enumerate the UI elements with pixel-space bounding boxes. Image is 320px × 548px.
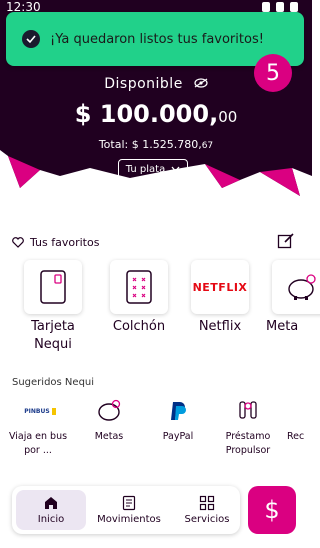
total-balance: Total: $ 1.525.780,67 <box>0 138 312 151</box>
favorite-label: Tarjeta Nequi <box>31 319 75 352</box>
check-circle-icon <box>22 30 40 48</box>
bus-logo: PINBUS <box>24 407 56 415</box>
suggested-metas[interactable] <box>89 398 129 424</box>
nav-label: Inicio <box>37 514 65 525</box>
favorite-label: Meta <box>266 319 299 334</box>
suggested-label: PayPal <box>162 431 194 442</box>
pocket-selector-label: Tu plata <box>125 163 166 175</box>
heart-icon <box>12 237 24 248</box>
home-icon <box>45 497 57 509</box>
suggested-paypal[interactable] <box>158 398 198 424</box>
nav-label: Movimientos <box>97 514 161 525</box>
mattress-icon <box>126 270 152 304</box>
available-text: Disponible <box>104 76 183 92</box>
hide-balance-eye-icon[interactable] <box>194 76 208 92</box>
paypal-logo <box>171 402 186 420</box>
document-icon <box>122 495 136 511</box>
piggy-bank-icon <box>288 274 316 300</box>
total-cents: 67 <box>201 141 214 151</box>
send-money-button[interactable]: $ <box>248 486 296 534</box>
nav-servicios[interactable]: Servicios <box>172 490 242 530</box>
suggested-prestamo[interactable] <box>228 398 268 424</box>
nav-movimientos[interactable]: Movimientos <box>94 490 164 530</box>
nav-label: Servicios <box>184 514 230 525</box>
balance-amount: $ 100.000, <box>74 100 219 128</box>
available-label: Disponible <box>0 76 312 92</box>
balance-cents: 00 <box>218 108 238 126</box>
card-icon <box>40 270 66 304</box>
grid-icon <box>199 495 215 511</box>
favorite-meta[interactable] <box>272 260 320 314</box>
netflix-logo: NETFLIX <box>192 280 248 294</box>
favorite-netflix[interactable]: NETFLIX <box>191 260 249 314</box>
favorite-label: Netflix <box>198 319 242 334</box>
favorite-tarjeta-nequi[interactable] <box>24 260 82 314</box>
suggested-pinbus[interactable]: PINBUS <box>20 398 60 424</box>
favorites-header: Tus favoritos <box>12 236 99 249</box>
favorite-colchon[interactable] <box>110 260 168 314</box>
loan-icon <box>239 401 257 419</box>
edit-favorites-icon[interactable] <box>277 232 295 254</box>
toast-message: ¡Ya quedaron listos tus favoritos! <box>50 31 264 47</box>
pocket-selector[interactable]: Tu plata <box>118 159 188 179</box>
status-icons <box>262 2 298 12</box>
favorite-label: Colchón <box>112 319 166 334</box>
suggested-label: Rec <box>287 431 305 442</box>
suggested-title: Sugeridos Nequi <box>12 377 95 388</box>
favorites-title: Tus favoritos <box>30 236 100 249</box>
total-amount: Total: $ 1.525.780, <box>98 138 202 151</box>
bottom-navigation: Inicio Movimientos Servicios <box>12 486 240 534</box>
suggested-label: Metas <box>94 431 124 442</box>
suggested-label: Viaja en bus por ... <box>8 431 68 456</box>
available-balance: $ 100.000,00 <box>0 100 312 128</box>
chevron-down-icon <box>171 166 180 172</box>
suggested-label: Préstamo Propulsor <box>225 431 271 456</box>
piggy-bank-icon <box>98 399 121 421</box>
nav-inicio[interactable]: Inicio <box>16 490 86 530</box>
